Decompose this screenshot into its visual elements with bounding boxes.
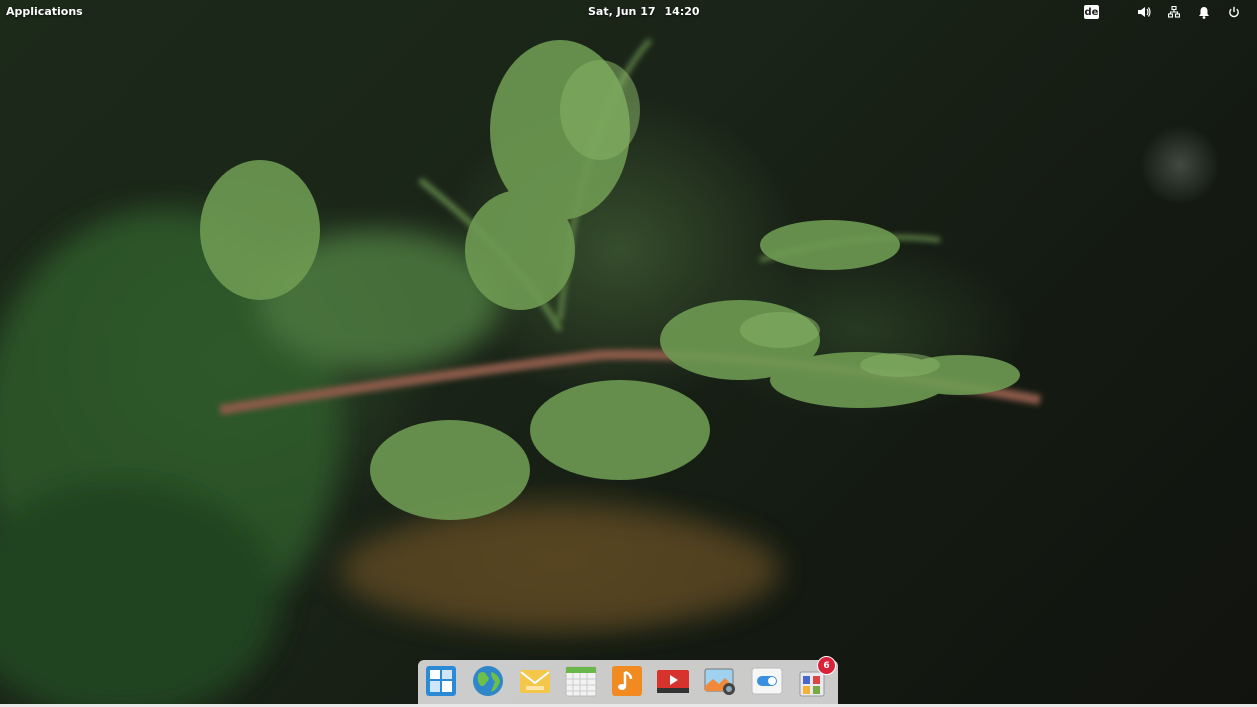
globe-icon <box>473 666 503 696</box>
power-icon[interactable] <box>1219 3 1249 21</box>
desktop-wallpaper <box>0 38 1041 707</box>
video-play-icon <box>657 670 689 693</box>
time-label: 14:20 <box>664 5 700 18</box>
dock-item-music[interactable] <box>610 664 644 698</box>
speaker-icon[interactable] <box>1129 3 1159 21</box>
date-time-indicator[interactable]: Sat, Jun 17 14:20 <box>588 5 709 18</box>
date-label: Sat, Jun 17 <box>588 5 656 18</box>
dock-item-app-center[interactable]: 6 <box>796 656 836 698</box>
toggle-switch-icon <box>751 667 783 695</box>
keyboard-layout-indicator[interactable]: de <box>1084 5 1099 19</box>
dock-item-web-browser[interactable] <box>471 664 505 698</box>
envelope-icon <box>520 670 550 693</box>
network-wired-icon[interactable] <box>1159 3 1189 21</box>
multitasking-icon <box>426 666 456 696</box>
dock-item-calendar[interactable] <box>564 664 598 698</box>
system-indicators: de <box>1084 3 1249 21</box>
photos-icon <box>704 668 735 695</box>
app-center-update-badge: 6 <box>817 656 836 675</box>
applications-menu[interactable]: Applications <box>6 5 83 18</box>
dock-item-mail[interactable] <box>518 664 552 698</box>
dock-item-multitasking-view[interactable] <box>424 664 458 698</box>
dock-item-photos[interactable] <box>703 664 737 698</box>
bell-icon[interactable] <box>1189 3 1219 21</box>
calendar-icon <box>565 666 597 697</box>
dock: 6 <box>418 656 838 707</box>
music-note-icon <box>612 666 642 696</box>
top-panel: Applications Sat, Jun 17 14:20 de <box>0 0 1257 24</box>
dock-item-system-settings[interactable] <box>750 664 784 698</box>
dock-item-videos[interactable] <box>656 664 690 698</box>
